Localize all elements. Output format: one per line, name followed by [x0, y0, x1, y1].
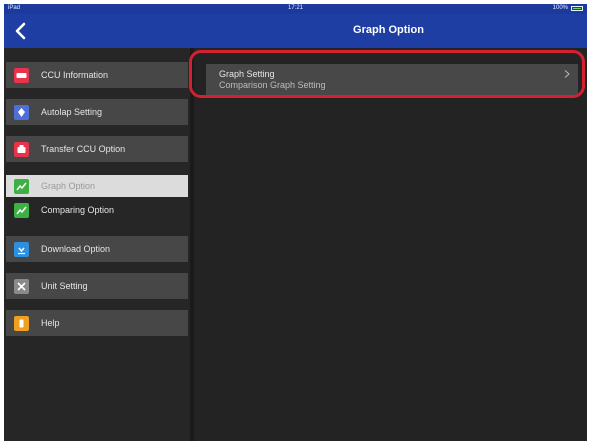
sidebar-item-unit-setting[interactable]: Unit Setting: [6, 273, 188, 299]
comparison-graph-setting-label: Comparison Graph Setting: [219, 80, 326, 90]
sidebar-item-label: Help: [41, 318, 60, 328]
sidebar-item-label: CCU Information: [41, 70, 109, 80]
graph-icon: [14, 178, 29, 194]
graph-setting-label: Graph Setting: [219, 69, 275, 79]
sidebar-item-label: Unit Setting: [41, 281, 88, 291]
sidebar-item-label: Graph Option: [41, 181, 96, 191]
help-icon: [14, 315, 29, 331]
comparison-graph-setting-row[interactable]: Comparison Graph Setting: [206, 80, 578, 96]
sidebar-item-label: Transfer CCU Option: [41, 144, 126, 154]
status-bar: iPad 17:21 100%: [4, 4, 587, 14]
sidebar-item-ccu-information[interactable]: CCU Information: [6, 62, 188, 88]
sidebar-item-transfer-ccu-option[interactable]: Transfer CCU Option: [6, 136, 188, 162]
main-content: Graph Setting Comparison Graph Setting: [198, 48, 587, 441]
chevron-left-icon: [15, 22, 26, 40]
comparing-graph-icon: [14, 202, 29, 218]
sidebar-item-label: Comparing Option: [41, 205, 115, 215]
sidebar: CCU Information Autolap Setting Transfer…: [4, 48, 194, 441]
sidebar-item-autolap-setting[interactable]: Autolap Setting: [6, 99, 188, 125]
sidebar-item-download-option[interactable]: Download Option: [6, 236, 188, 262]
app-window: iPad 17:21 100% Graph Option CCU Informa…: [4, 4, 587, 441]
battery-status: 100%: [553, 5, 583, 11]
chevron-right-icon: [564, 70, 570, 78]
battery-percent: 100%: [552, 5, 568, 11]
transfer-icon: [14, 141, 29, 157]
ccu-info-icon: [14, 67, 29, 83]
autolap-icon: [14, 104, 29, 120]
sidebar-item-help[interactable]: Help: [6, 310, 188, 336]
status-time: 17:21: [287, 5, 303, 11]
sidebar-item-label: Autolap Setting: [41, 107, 103, 117]
page-title: Graph Option: [353, 24, 424, 36]
navigation-bar: Graph Option: [4, 14, 587, 48]
back-button[interactable]: [12, 20, 32, 42]
tools-icon: [14, 278, 29, 294]
sidebar-item-comparing-option[interactable]: Comparing Option: [6, 199, 188, 221]
battery-icon: [571, 5, 583, 11]
sidebar-item-label: Download Option: [41, 244, 111, 254]
download-icon: [14, 241, 29, 257]
sidebar-item-graph-option[interactable]: Graph Option: [6, 175, 188, 197]
